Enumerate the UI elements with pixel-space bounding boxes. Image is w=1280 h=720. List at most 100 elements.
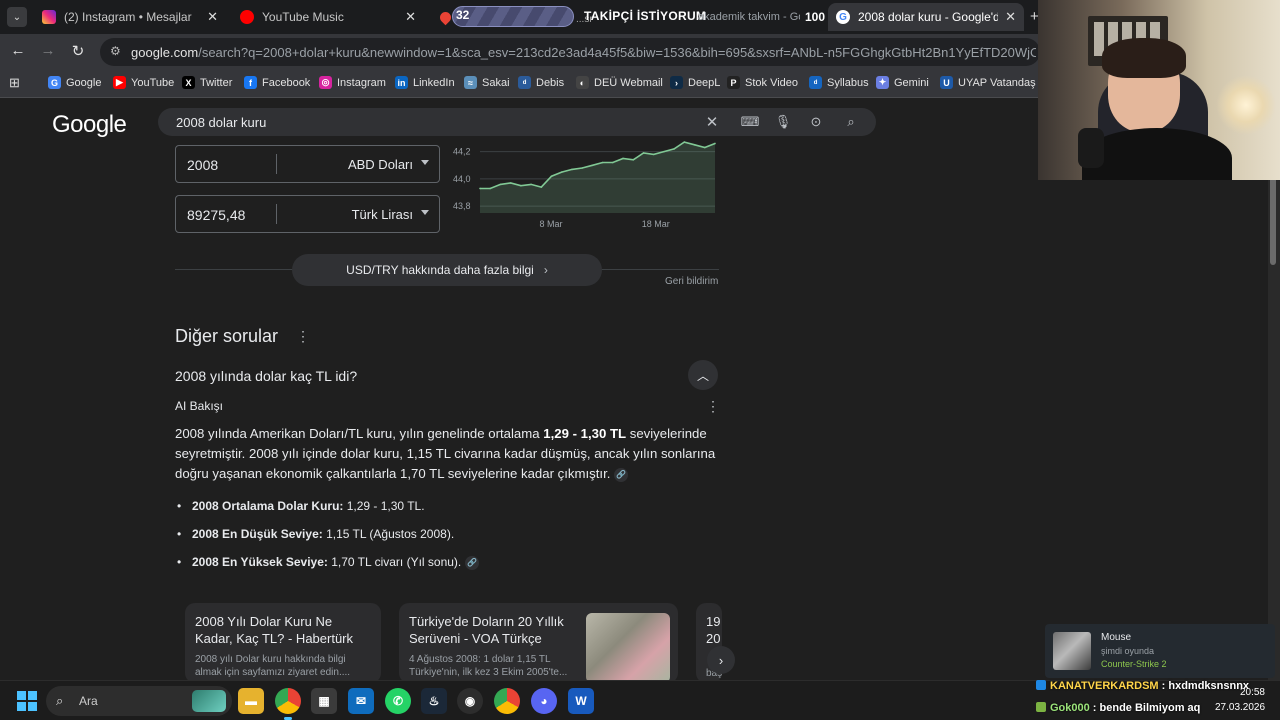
bookmark-label: Gemini: [894, 76, 929, 89]
back-icon[interactable]: ←: [8, 42, 28, 59]
game-user-name: Mouse: [1101, 632, 1132, 643]
chart-data-point: [571, 168, 573, 171]
source-card[interactable]: 2008 Yılı Dolar Kuru Ne Kadar, Kaç TL? -…: [185, 603, 381, 680]
exchange-rate-chart[interactable]: 44,2 44,0 43,8 8 Mar 18 Mar: [450, 138, 720, 233]
close-tab-icon[interactable]: ✕: [207, 9, 218, 25]
more-options-icon[interactable]: ⋮: [706, 398, 720, 415]
google-logo[interactable]: Google: [52, 111, 127, 139]
bookmark-debis[interactable]: ᵈ Debis: [518, 76, 564, 89]
bookmark-linkedin[interactable]: in LinkedIn: [395, 76, 455, 89]
chart-data-point: [714, 142, 716, 145]
close-tab-icon[interactable]: ✕: [405, 9, 416, 25]
bookmark-gemini[interactable]: ✦ Gemini: [876, 76, 929, 89]
tab-title: 2008 dolar kuru - Google'da Ara: [858, 10, 998, 24]
chrome-profile-icon[interactable]: [494, 688, 520, 714]
tab-google-search[interactable]: G 2008 dolar kuru - Google'da Ara ✕: [828, 3, 1024, 31]
search-icon[interactable]: ⌕: [842, 113, 860, 131]
forward-icon[interactable]: →: [38, 42, 58, 59]
dropdown-caret-icon[interactable]: [421, 160, 429, 165]
url-path: /search?q=2008+dolar+kuru&newwindow=1&sc…: [198, 45, 1036, 60]
bullet-value: 1,70 TL civarı (Yıl sonu).: [327, 555, 462, 569]
address-bar[interactable]: ⚙ google.com/search?q=2008+dolar+kuru&ne…: [100, 38, 1040, 66]
bookmark-facebook[interactable]: f Facebook: [244, 76, 310, 89]
url-text[interactable]: google.com/search?q=2008+dolar+kuru&neww…: [131, 45, 1036, 60]
bookmark-sakai[interactable]: ≈ Sakai: [464, 76, 510, 89]
lens-icon[interactable]: ⊙: [807, 113, 825, 131]
apps-grid-icon[interactable]: ⊞: [9, 75, 20, 91]
microphone-icon[interactable]: 🎙: [774, 113, 792, 131]
game-name: Counter-Strike 2: [1101, 659, 1167, 669]
tab-instagram[interactable]: (2) Instagram • Mesajlar ✕: [34, 3, 226, 31]
source-card[interactable]: Türkiye'de Doların 20 Yıllık Serüveni - …: [399, 603, 678, 680]
chat-message: Gok000 : bende Bilmiyom aq: [1036, 702, 1200, 714]
mail-icon[interactable]: ✉: [348, 688, 374, 714]
taskbar-search[interactable]: ⌕ Ara: [46, 686, 232, 716]
debis-icon: ᵈ: [518, 76, 531, 89]
tab-maps[interactable]: [432, 3, 454, 31]
bookmark-google[interactable]: G Google: [48, 76, 101, 89]
bookmark-instagram[interactable]: ◎ Instagram: [319, 76, 386, 89]
discord-icon[interactable]: ◕: [531, 688, 557, 714]
source-link-icon[interactable]: 🔗: [465, 555, 480, 570]
tab-akademik-takvim[interactable]: akademik takvim - Go: [690, 3, 800, 31]
bookmark-deü-webmail[interactable]: ◐ DEÜ Webmail: [576, 76, 663, 89]
word-icon[interactable]: W: [568, 688, 594, 714]
bookmark-syllabus[interactable]: ᵈ Syllabus: [809, 76, 869, 89]
streamer-hair: [1102, 38, 1186, 78]
card-title: 2008 Yılı Dolar Kuru Ne Kadar, Kaç TL? -…: [195, 614, 354, 646]
avatar: [1053, 632, 1091, 670]
bookmark-label: Sakai: [482, 76, 510, 89]
search-icon: ⌕: [56, 693, 64, 708]
bookmark-label: Instagram: [337, 76, 386, 89]
bookmark-stok-video[interactable]: P Stok Video: [727, 76, 798, 89]
bookmark-youtube[interactable]: ▶ YouTube: [113, 76, 174, 89]
more-info-button[interactable]: USD/TRY hakkında daha fazla bilgi ›: [292, 254, 602, 286]
taskbar-search-label: Ara: [79, 694, 98, 708]
search-box[interactable]: 2008 dolar kuru ✕ ⌨ 🎙 ⊙ ⌕: [158, 108, 876, 136]
dropdown-caret-icon[interactable]: [421, 210, 429, 215]
paa-question[interactable]: 2008 yılında dolar kaç TL idi?: [175, 368, 357, 384]
windows-start-icon[interactable]: [17, 691, 37, 711]
bookmark-uyap-vatandaş[interactable]: U UYAP Vatandaş: [940, 76, 1036, 89]
close-tab-icon[interactable]: ✕: [1005, 9, 1016, 25]
file-explorer-icon[interactable]: ▬: [238, 688, 264, 714]
clock-date[interactable]: 27.03.2026: [1215, 702, 1265, 713]
reload-icon[interactable]: ↻: [68, 42, 88, 60]
follower-goal-bar: [452, 6, 574, 27]
keyboard-icon[interactable]: ⌨: [741, 113, 760, 131]
steam-icon[interactable]: ♨: [421, 688, 447, 714]
search-query[interactable]: 2008 dolar kuru: [176, 115, 266, 130]
card-title: 19 20: [706, 614, 721, 646]
search-highlight-icon: [192, 690, 226, 712]
chart-data-point: [683, 141, 686, 143]
from-currency-select[interactable]: ABD Doları: [348, 157, 413, 172]
tab-title: akademik takvim - Go: [698, 11, 800, 23]
chevron-right-icon: ›: [543, 263, 548, 277]
bullet-label: 2008 Ortalama Dolar Kuru:: [192, 499, 344, 513]
chart-data-point: [550, 175, 553, 177]
chevron-right-icon[interactable]: ›: [707, 646, 735, 674]
chart-data-point: [591, 164, 594, 167]
bookmark-deepl[interactable]: › DeepL: [670, 76, 720, 89]
store-icon[interactable]: ▦: [311, 688, 337, 714]
scrollbar-thumb[interactable]: [1270, 170, 1276, 265]
to-currency-box: 89275,48 Türk Lirası: [175, 195, 440, 233]
chart-data-point: [499, 183, 502, 186]
source-link-icon[interactable]: 🔗: [614, 467, 629, 482]
more-options-icon[interactable]: ⋮: [296, 328, 310, 345]
chevron-up-icon[interactable]: ︿: [688, 360, 718, 390]
github-icon[interactable]: ◉: [457, 688, 483, 714]
site-info-icon[interactable]: ⚙: [110, 44, 126, 60]
bookmark-twitter[interactable]: X Twitter: [182, 76, 232, 89]
clear-search-icon[interactable]: ✕: [703, 113, 721, 131]
to-amount-input[interactable]: 89275,48: [187, 207, 245, 223]
chrome-icon[interactable]: [275, 688, 301, 720]
tab-search-dropdown-icon[interactable]: ⌄: [7, 7, 27, 27]
bookmark-label: Stok Video: [745, 76, 799, 89]
chart-data-point: [673, 148, 675, 150]
whatsapp-icon[interactable]: ✆: [385, 688, 411, 714]
to-currency-select[interactable]: Türk Lirası: [352, 207, 413, 222]
tab-youtube-music[interactable]: YouTube Music ✕: [232, 3, 424, 31]
from-amount-input[interactable]: 2008: [187, 157, 218, 173]
feedback-link[interactable]: Geri bildirim: [665, 276, 718, 287]
